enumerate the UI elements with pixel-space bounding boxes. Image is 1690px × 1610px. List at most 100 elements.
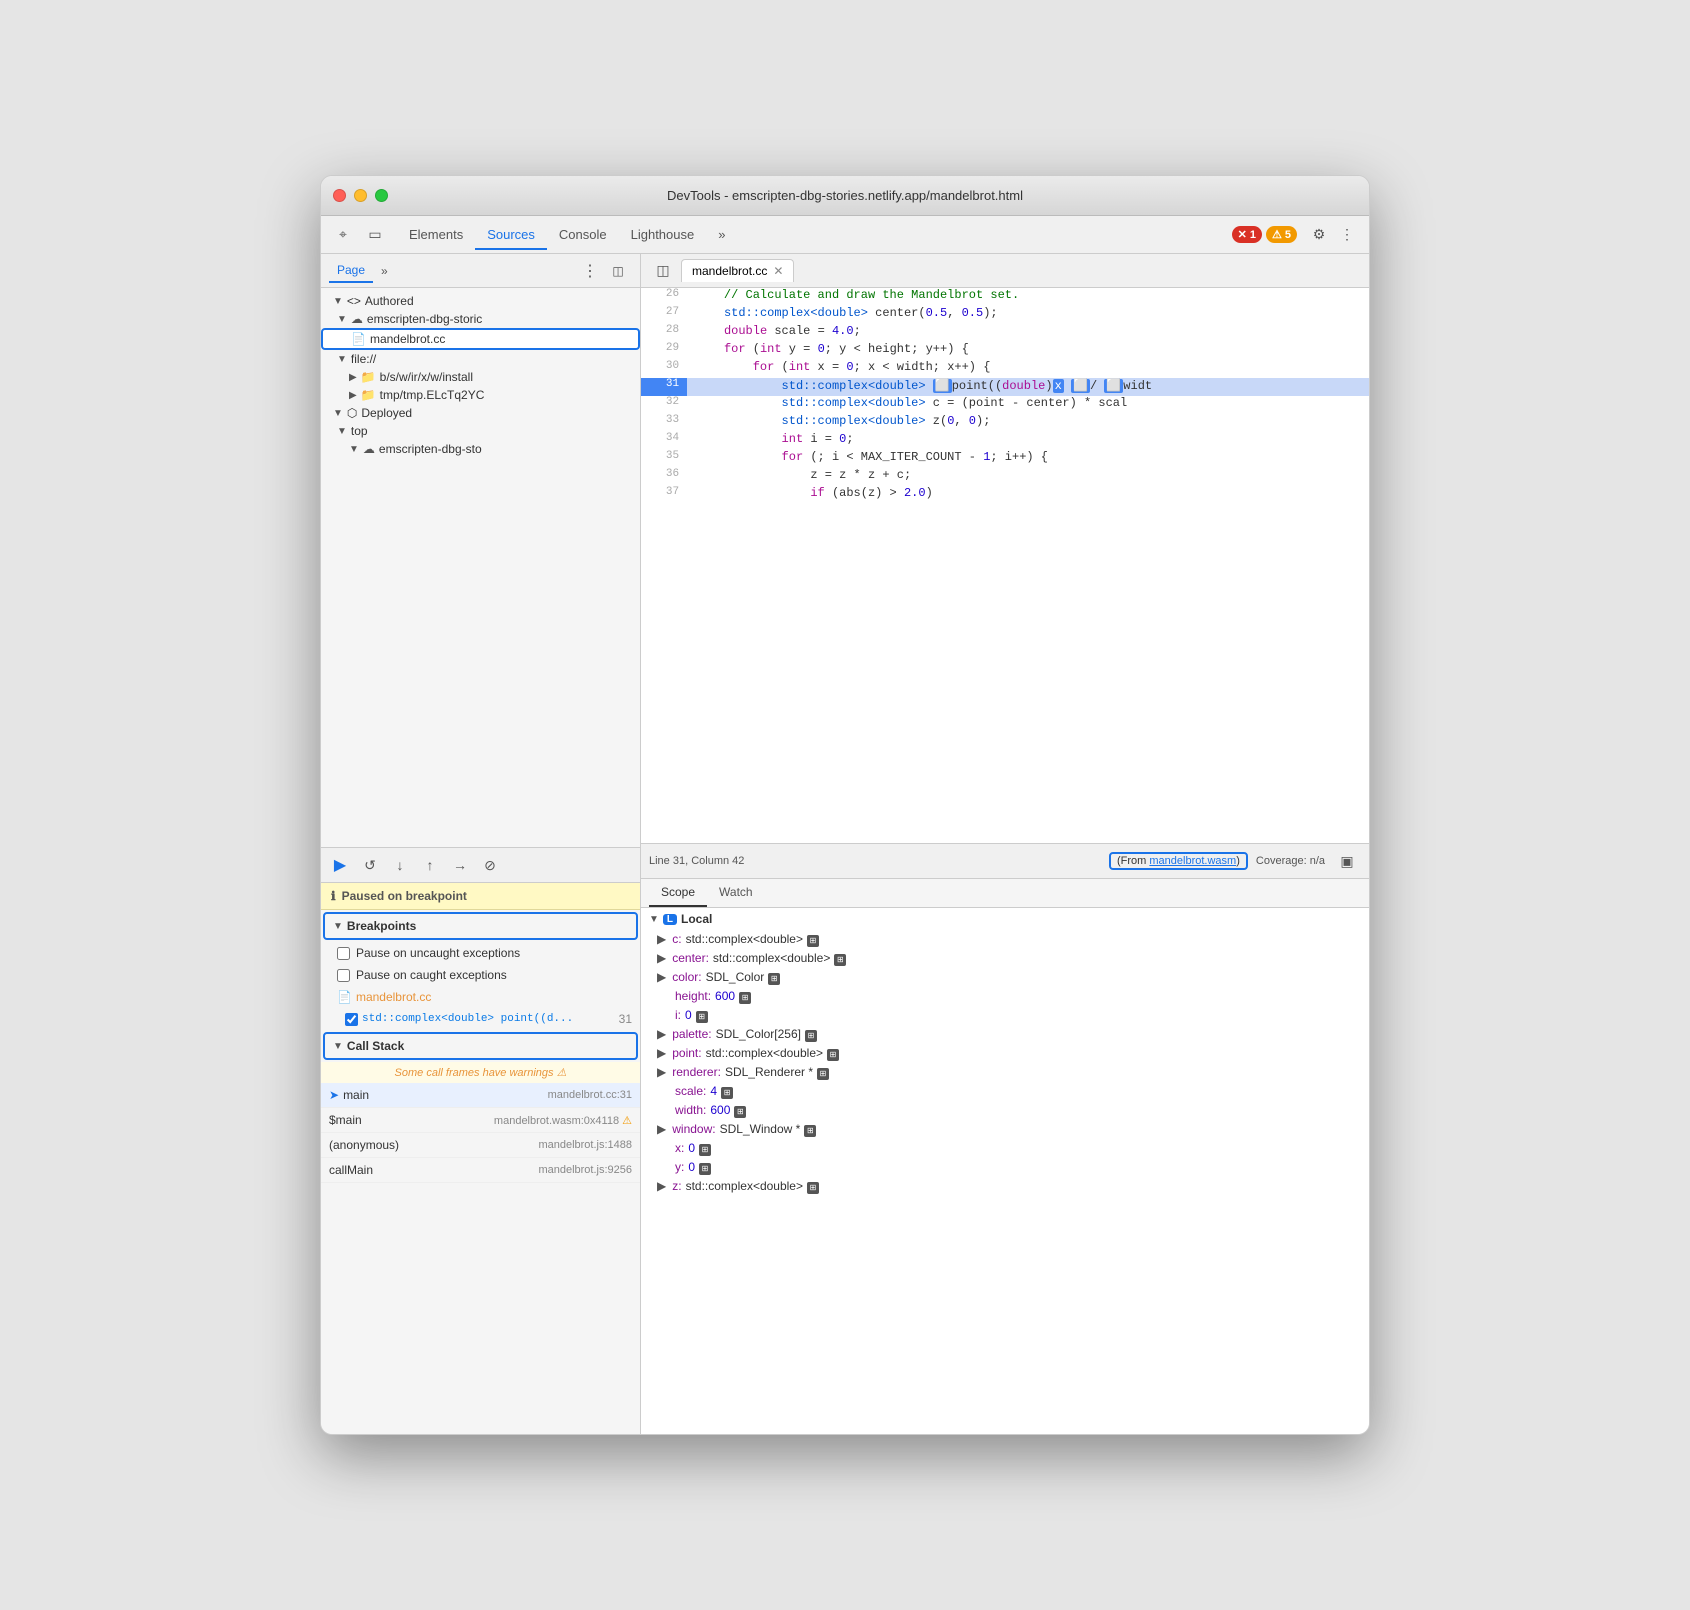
tree-install-label: b/s/w/ir/x/w/install (380, 370, 473, 384)
callframe-name-callmain: callMain (329, 1163, 373, 1177)
settings-icon[interactable]: ⚙ (1305, 221, 1333, 249)
callframe-main[interactable]: ➤ main mandelbrot.cc:31 (321, 1083, 640, 1108)
local-section-header[interactable]: ▼ L Local (641, 908, 1369, 930)
tab-sources[interactable]: Sources (475, 221, 547, 250)
tab-scope[interactable]: Scope (649, 879, 707, 907)
arrow-icon: ▼ (333, 296, 343, 307)
breakpoints-header[interactable]: ▼ Breakpoints (323, 912, 638, 940)
pause-uncaught-checkbox[interactable]: Pause on uncaught exceptions (321, 942, 640, 964)
breakpoint-checkbox[interactable] (345, 1013, 358, 1026)
scope-z[interactable]: ▶ z: std::complex<double> ⊞ (641, 1177, 1369, 1196)
scope-renderer[interactable]: ▶ renderer: SDL_Renderer * ⊞ (641, 1063, 1369, 1082)
step-button[interactable]: → (449, 854, 471, 876)
tab-elements[interactable]: Elements (397, 221, 475, 250)
breakpoint-file: 📄 mandelbrot.cc (321, 986, 640, 1008)
breakpoint-item[interactable]: std::complex<double> point((d... 31 (321, 1008, 640, 1030)
tree-file[interactable]: ▼ file:// (321, 350, 640, 368)
resume-button[interactable]: ▶ (329, 854, 351, 876)
info-icon: ℹ (331, 889, 336, 903)
coverage-info-icon[interactable]: ▣ (1333, 847, 1361, 875)
tree-mandelbrot-cc[interactable]: 📄 mandelbrot.cc (321, 328, 640, 350)
line-content-36: z = z * z + c; (687, 468, 1369, 486)
scope-c[interactable]: ▶ c: std::complex<double> ⊞ (641, 930, 1369, 949)
call-stack-header[interactable]: ▼ Call Stack (323, 1032, 638, 1060)
tree-authored[interactable]: ▼ <> Authored (321, 292, 640, 310)
close-icon[interactable]: ✕ (773, 264, 783, 278)
code-line-29: 29 for (int y = 0; y < height; y++) { (641, 342, 1369, 360)
cloud-icon: ☁ (351, 312, 363, 326)
wasm-link[interactable]: mandelbrot.wasm (1149, 855, 1236, 867)
scope-key-color: color: (672, 970, 701, 984)
callframe-smain[interactable]: $main mandelbrot.wasm:0x4118 ⚠ (321, 1108, 640, 1133)
line-num-26: 26 (641, 288, 687, 306)
scope-window[interactable]: ▶ window: SDL_Window * ⊞ (641, 1120, 1369, 1139)
expand-icon: ▶ (657, 970, 666, 984)
tab-more[interactable]: » (706, 221, 737, 250)
paused-banner: ℹ Paused on breakpoint (321, 883, 640, 910)
close-button[interactable] (333, 189, 346, 202)
deactivate-breakpoints-button[interactable]: ⊘ (479, 854, 501, 876)
arrow-icon: ▼ (333, 1041, 343, 1052)
more-options-icon[interactable]: ⋮ (1333, 221, 1361, 249)
scope-palette[interactable]: ▶ palette: SDL_Color[256] ⊞ (641, 1025, 1369, 1044)
step-out-button[interactable]: ↑ (419, 854, 441, 876)
scope-key-center: center: (672, 951, 709, 965)
scope-color[interactable]: ▶ color: SDL_Color ⊞ (641, 968, 1369, 987)
scope-width: width: 600 ⊞ (641, 1101, 1369, 1120)
panel-collapse-icon[interactable]: ◫ (604, 257, 632, 285)
code-line-34: 34 int i = 0; (641, 432, 1369, 450)
arrow-icon: ▶ (349, 390, 357, 401)
scope-val-height: 600 (715, 989, 735, 1003)
callframe-loc-main: mandelbrot.cc:31 (548, 1089, 632, 1101)
cursor-icon[interactable]: ⌖ (329, 221, 357, 249)
maximize-button[interactable] (375, 189, 388, 202)
right-panel: ◫ mandelbrot.cc ✕ 26 // Calculate and dr… (641, 254, 1369, 1434)
tree-emscripten-dbg[interactable]: ▼ ☁ emscripten-dbg-sto (321, 440, 640, 458)
pause-caught-checkbox[interactable]: Pause on caught exceptions (321, 964, 640, 986)
device-icon[interactable]: ▭ (361, 221, 389, 249)
scope-i: i: 0 ⊞ (641, 1006, 1369, 1025)
warning-icon: ⚠ (1272, 228, 1282, 241)
pause-caught-label: Pause on caught exceptions (356, 968, 507, 982)
scope-val-i: 0 (685, 1008, 692, 1022)
file-tab[interactable]: mandelbrot.cc ✕ (681, 259, 794, 282)
scope-val-z: std::complex<double> (686, 1179, 803, 1193)
tab-page[interactable]: Page (329, 259, 373, 283)
pause-caught-input[interactable] (337, 969, 350, 982)
callframe-callmain[interactable]: callMain mandelbrot.js:9256 (321, 1158, 640, 1183)
tree-emscripten-label: emscripten-dbg-storic (367, 312, 482, 326)
callframe-anon[interactable]: (anonymous) mandelbrot.js:1488 (321, 1133, 640, 1158)
scope-point[interactable]: ▶ point: std::complex<double> ⊞ (641, 1044, 1369, 1063)
traffic-lights (333, 189, 388, 202)
scope-key-height: height: (675, 989, 711, 1003)
tree-emscripten[interactable]: ▼ ☁ emscripten-dbg-storic (321, 310, 640, 328)
arrow-icon: ▼ (337, 426, 347, 437)
line-column: Line 31, Column 42 (649, 855, 744, 867)
minimize-button[interactable] (354, 189, 367, 202)
folder-icon: 📁 (361, 388, 376, 402)
tree-top[interactable]: ▼ top (321, 422, 640, 440)
scope-key-z: z: (672, 1179, 681, 1193)
expand-icon: ▶ (657, 1179, 666, 1193)
pause-uncaught-input[interactable] (337, 947, 350, 960)
tab-console[interactable]: Console (547, 221, 619, 250)
tree-tmp[interactable]: ▶ 📁 tmp/tmp.ELcTq2YC (321, 386, 640, 404)
tab-more-panels[interactable]: » (373, 260, 396, 282)
wasm-icon: ⊞ (699, 1163, 711, 1175)
sidebar-toggle-icon[interactable]: ◫ (649, 257, 677, 285)
tab-watch[interactable]: Watch (707, 879, 765, 907)
scope-center[interactable]: ▶ center: std::complex<double> ⊞ (641, 949, 1369, 968)
code-editor[interactable]: 26 // Calculate and draw the Mandelbrot … (641, 288, 1369, 843)
arrow-icon: ▼ (337, 354, 347, 365)
tree-install[interactable]: ▶ 📁 b/s/w/ir/x/w/install (321, 368, 640, 386)
panel-options-icon[interactable]: ⋮ (576, 257, 604, 285)
arrow-icon: ▶ (349, 372, 357, 383)
breakpoint-filename: mandelbrot.cc (356, 990, 431, 1004)
scope-key-point: point: (672, 1046, 701, 1060)
arrow-icon: ▼ (649, 914, 659, 925)
step-over-button[interactable]: ↺ (359, 854, 381, 876)
tab-lighthouse[interactable]: Lighthouse (619, 221, 707, 250)
step-into-button[interactable]: ↓ (389, 854, 411, 876)
tree-deployed[interactable]: ▼ ⬡ Deployed (321, 404, 640, 422)
error-badge: ✕ 1 (1232, 226, 1262, 243)
